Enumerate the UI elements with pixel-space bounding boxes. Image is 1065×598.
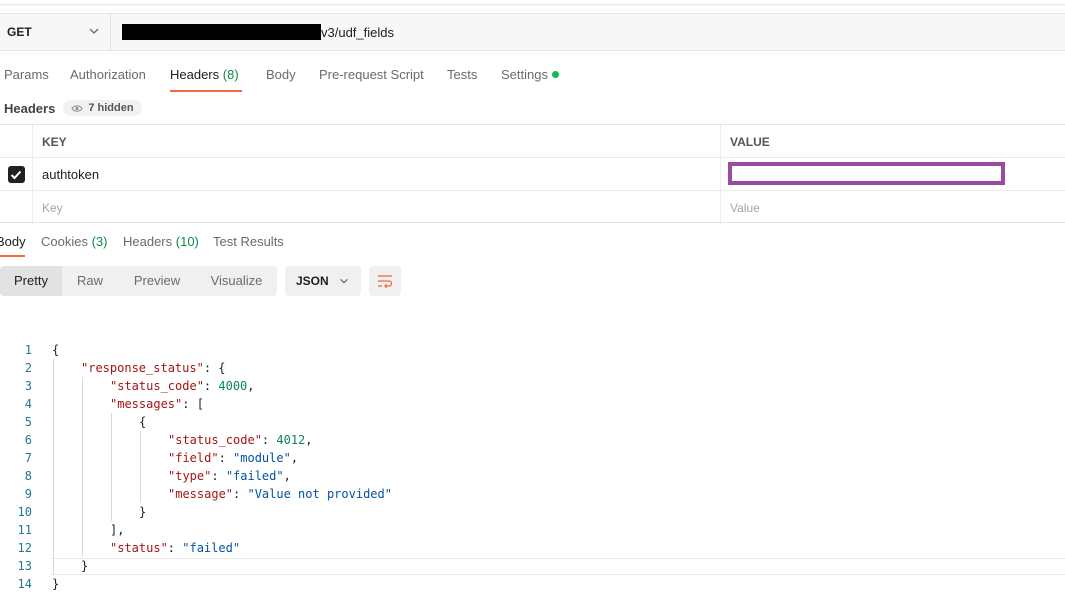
- code-text: "type": "failed",: [168, 469, 291, 483]
- code-line: 13}: [0, 557, 1065, 575]
- code-line: 11],: [0, 521, 1065, 539]
- tab-settings[interactable]: Settings: [501, 62, 559, 92]
- redacted-url-host: [122, 24, 321, 40]
- response-body-code[interactable]: 1{2 "response_status": {3 "status_code": 4…: [0, 341, 1065, 593]
- line-number: 2: [24, 361, 32, 375]
- method-label: GET: [7, 25, 32, 39]
- tab-params[interactable]: Params: [4, 62, 49, 92]
- line-number: 8: [24, 469, 32, 483]
- wrap-icon: [378, 275, 393, 288]
- tab-response-body[interactable]: Body: [0, 230, 26, 257]
- code-line: 3 "status_code": 4000,: [0, 377, 1065, 395]
- line-number: 10: [17, 505, 32, 519]
- chevron-down-icon: [89, 28, 99, 34]
- code-line: 10}: [0, 503, 1065, 521]
- code-text: "status_code": 4000,: [110, 379, 255, 393]
- line-number: 12: [17, 541, 32, 555]
- code-line: 8 "type": "failed",: [0, 467, 1065, 485]
- line-number: 11: [17, 523, 32, 537]
- view-raw-button[interactable]: Raw: [62, 266, 118, 296]
- settings-status-dot: [551, 71, 559, 78]
- code-line: 5{: [0, 413, 1065, 431]
- check-icon: [10, 170, 22, 179]
- code-text: }: [139, 505, 147, 519]
- line-number: 9: [24, 487, 32, 501]
- code-text: }: [52, 577, 60, 591]
- line-number: 4: [24, 397, 32, 411]
- headers-toolbar: Headers 7 hidden: [4, 98, 142, 118]
- line-number: 5: [24, 415, 32, 429]
- redacted-value: [728, 162, 1005, 185]
- format-select[interactable]: JSON: [285, 266, 361, 296]
- wrap-lines-button[interactable]: [369, 266, 401, 296]
- url-input[interactable]: v3/udf_fields: [112, 14, 394, 50]
- line-number: 13: [17, 559, 32, 573]
- tab-test-results[interactable]: Test Results: [213, 230, 284, 257]
- url-bar: GET v3/udf_fields: [0, 13, 1065, 51]
- code-text: "status_code": 4012,: [168, 433, 313, 447]
- tab-authorization[interactable]: Authorization: [70, 62, 146, 92]
- view-pretty-button[interactable]: Pretty: [0, 266, 62, 296]
- hidden-headers-toggle[interactable]: 7 hidden: [63, 100, 142, 116]
- tab-body[interactable]: Body: [266, 62, 296, 92]
- code-text: "field": "module",: [168, 451, 299, 465]
- view-preview-button[interactable]: Preview: [118, 266, 196, 296]
- line-number: 1: [24, 343, 32, 357]
- url-path: v3/udf_fields: [321, 24, 394, 40]
- code-text: "response_status": {: [81, 361, 226, 375]
- line-number: 7: [24, 451, 32, 465]
- line-number: 14: [17, 577, 32, 591]
- tab-pre-request-script[interactable]: Pre-request Script: [319, 62, 424, 92]
- code-line: 6 "status_code": 4012,: [0, 431, 1065, 449]
- code-text: ],: [110, 523, 125, 537]
- eye-icon: [71, 104, 83, 112]
- headers-count: (8): [222, 67, 239, 82]
- header-key-cell[interactable]: authtoken: [34, 158, 721, 191]
- column-key: KEY: [34, 125, 721, 158]
- new-key-input[interactable]: Key: [34, 191, 721, 224]
- table-row: authtoken: [0, 158, 1065, 191]
- code-text: }: [81, 559, 89, 573]
- chevron-down-icon: [340, 278, 348, 284]
- code-line: 12 "status": "failed": [0, 539, 1065, 557]
- code-line: 4 "messages": [: [0, 395, 1065, 413]
- code-line: 7 "field": "module",: [0, 449, 1065, 467]
- table-header-row: KEY VALUE: [0, 125, 1065, 158]
- header-enabled-checkbox[interactable]: [7, 166, 25, 183]
- tab-response-headers[interactable]: Headers (10): [123, 230, 199, 257]
- new-value-input[interactable]: Value: [722, 191, 1065, 224]
- code-text: "message": "Value not provided": [168, 487, 392, 501]
- header-value-cell[interactable]: [722, 158, 1065, 191]
- code-line: 9 "message": "Value not provided": [0, 485, 1065, 503]
- headers-section-title: Headers: [4, 100, 56, 116]
- tab-headers[interactable]: Headers (8): [170, 62, 242, 92]
- tab-cookies[interactable]: Cookies (3): [41, 230, 107, 257]
- table-row-new: Key Value: [0, 191, 1065, 224]
- method-select[interactable]: GET: [0, 14, 111, 50]
- code-text: "status": "failed": [110, 541, 241, 555]
- headers-table: KEY VALUE authtoken Key Value: [0, 124, 1065, 224]
- code-line: 2 "response_status": {: [0, 359, 1065, 377]
- code-text: {: [52, 343, 60, 357]
- code-text: "messages": [: [110, 397, 204, 411]
- line-number: 6: [24, 433, 32, 447]
- tab-tests[interactable]: Tests: [447, 62, 477, 92]
- line-number: 3: [24, 379, 32, 393]
- code-line: 1{: [0, 341, 1065, 359]
- top-strip: [0, 0, 1065, 5]
- view-visualize-button[interactable]: Visualize: [196, 266, 277, 296]
- view-mode-selector: Pretty Raw Preview Visualize: [0, 266, 277, 296]
- code-text: {: [139, 415, 147, 429]
- column-value: VALUE: [730, 134, 770, 149]
- code-line: 14}: [0, 575, 1065, 593]
